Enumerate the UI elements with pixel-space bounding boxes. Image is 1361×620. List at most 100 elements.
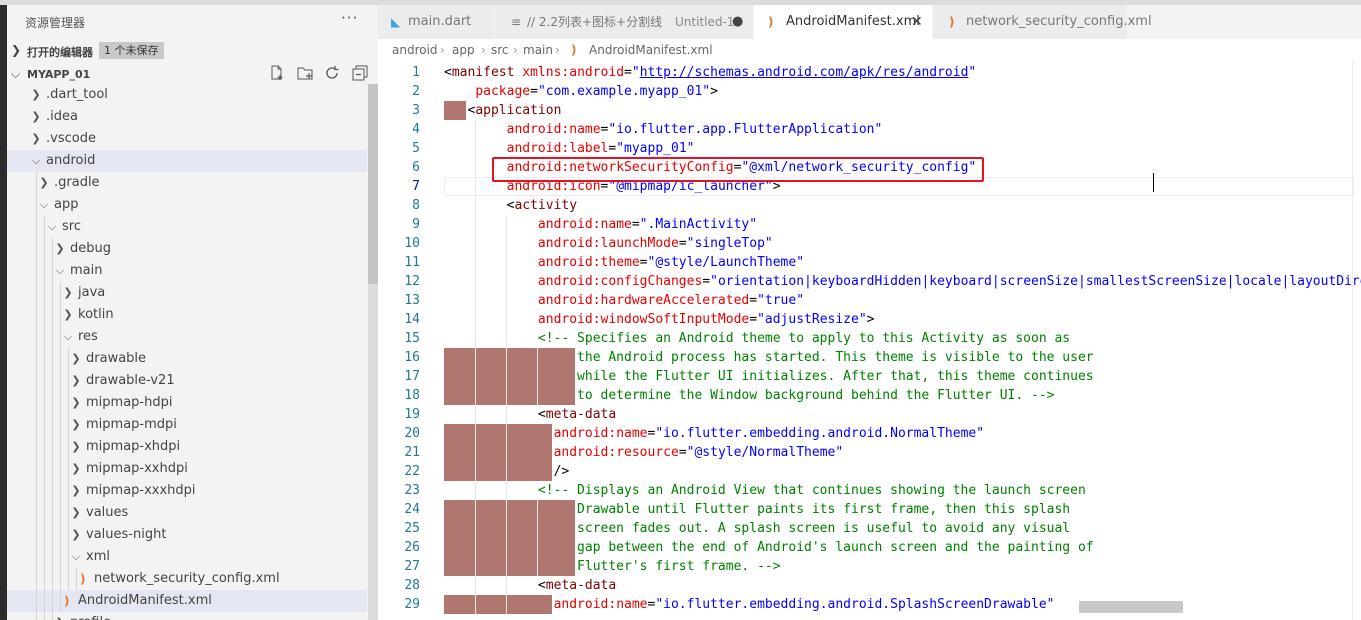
code-line[interactable]: 11 android:theme="@style/LaunchTheme" [378,253,1361,272]
tree-folder-item[interactable]: ❯ .vscode [7,128,367,150]
collapse-all-icon[interactable] [352,65,368,85]
chevron-right-icon: › [440,43,445,57]
refresh-icon[interactable] [325,65,340,85]
unsaved-dot-icon[interactable]: ● [732,5,743,39]
chevron-down-icon: ⌵ [11,67,21,81]
line-number: 24 [404,502,420,517]
line-number: 15 [404,331,420,346]
breadcrumb-item[interactable]: main [523,39,553,61]
line-content: screen fades out. A splash screen is use… [444,521,1071,536]
code-line[interactable]: 25 screen fades out. A splash screen is … [378,519,1361,538]
chevron-right-icon: ❯ [54,612,66,620]
indent-guide [60,480,61,502]
code-line[interactable]: 4 android:name="io.flutter.app.FlutterAp… [378,120,1361,139]
code-line[interactable]: 9 android:name=".MainActivity" [378,215,1361,234]
tree-item-label: profile [70,612,111,620]
tree-folder-item[interactable]: ❯ java [7,282,367,304]
tree-folder-item[interactable]: ⌵ app [7,194,367,216]
tree-folder-item[interactable]: ⌵ main [7,260,367,282]
tree-folder-item[interactable]: ❯ .gradle [7,172,367,194]
code-line[interactable]: 22 /> [378,462,1361,481]
chevron-right-icon: ❯ [31,88,41,101]
tab-main-dart[interactable]: ◣ main.dart [378,5,494,39]
code-line[interactable]: 23 <!-- Displays an Android View that co… [378,481,1361,500]
tab-androidmanifest[interactable]: ) AndroidManifest.xml ✕ [754,5,933,39]
tree-folder-item[interactable]: ❯ kotlin [7,304,367,326]
chevron-down-icon: ⌵ [55,264,65,277]
code-line[interactable]: 5 android:label="myapp_01" [378,139,1361,158]
tab-label: main.dart [408,14,472,29]
more-actions-icon[interactable]: ··· [341,9,358,27]
code-line[interactable]: 1 <manifest xmlns:android="http://schemas… [378,63,1361,82]
code-line[interactable]: 29 android:name="io.flutter.embedding.an… [378,595,1361,614]
code-line[interactable]: 10 android:launchMode="singleTop" [378,234,1361,253]
code-editor[interactable]: 1 <manifest xmlns:android="http://schemas… [378,61,1361,620]
tree-folder-item[interactable]: ❯ mipmap-xxhdpi [7,458,367,480]
tree-folder-item[interactable]: ❯ debug [7,238,367,260]
tab-network-security-config[interactable]: ) network_security_config.xml [933,5,1152,39]
tree-folder-item[interactable]: ❯ profile [7,612,367,620]
breadcrumb-item[interactable]: android [392,39,438,61]
tree-folder-item[interactable]: ❯ mipmap-xxxhdpi [7,480,367,502]
tree-folder-item[interactable]: ❯ .dart_tool [7,84,367,106]
tree-folder-item[interactable]: ⌵ src [7,216,367,238]
tree-folder-item[interactable]: ❯ drawable [7,348,367,370]
tree-item-label: mipmap-xxhdpi [86,461,188,476]
new-file-icon[interactable] [269,65,284,85]
line-content: <!-- Displays an Android View that conti… [537,483,1086,498]
line-number: 11 [404,255,420,270]
code-line[interactable]: 20 android:name="io.flutter.embedding.an… [378,424,1361,443]
indent-guide [60,436,61,458]
close-icon[interactable]: ✕ [911,5,923,39]
code-line[interactable]: 15 <!-- Specifies an Android theme to ap… [378,329,1361,348]
code-line[interactable]: 19 <meta-data [378,405,1361,424]
project-section-header[interactable]: ⌵ MYAPP_01 [7,64,378,86]
open-editors-section[interactable]: ❯ 打开的编辑器 1 个未保存 [7,40,378,62]
sidebar-scrollbar-thumb[interactable] [368,84,378,284]
tree-folder-item[interactable]: ❯ values-night [7,524,367,546]
tree-file-item[interactable]: ) AndroidManifest.xml [7,590,367,612]
code-line[interactable]: 14 android:windowSoftInputMode="adjustRe… [378,310,1361,329]
tree-folder-item[interactable]: ⌵ xml [7,546,367,568]
breadcrumb-item[interactable]: AndroidManifest.xml [589,39,713,61]
tree-folder-item[interactable]: ❯ drawable-v21 [7,370,367,392]
tree-folder-item[interactable]: ⌵ android [7,150,367,172]
code-line[interactable]: 27 Flutter's first frame. --> [378,557,1361,576]
project-name: MYAPP_01 [27,68,91,81]
code-line[interactable]: 2 package="com.example.myapp_01"> [378,82,1361,101]
tree-folder-item[interactable]: ❯ mipmap-mdpi [7,414,367,436]
code-line[interactable]: 3 <application [378,101,1361,120]
indent-guide [60,414,61,436]
tree-folder-item[interactable]: ❯ .idea [7,106,367,128]
code-line[interactable]: 13 android:hardwareAccelerated="true" [378,291,1361,310]
line-number: 4 [412,122,420,137]
indent-guide [36,436,37,458]
tree-folder-item[interactable]: ❯ values [7,502,367,524]
code-line[interactable]: 8 <activity [378,196,1361,215]
code-line[interactable]: 12 android:configChanges="orientation|ke… [378,272,1361,291]
code-line[interactable]: 16 the Android process has started. This… [378,348,1361,367]
code-line[interactable]: 18 to determine the Window background be… [378,386,1361,405]
code-line[interactable]: 28 <meta-data [378,576,1361,595]
chevron-down-icon: ⌵ [47,220,57,233]
breadcrumb-item[interactable]: src [491,39,509,61]
editor-area: ◣ main.dart ≡ // 2.2列表+图标+分割线 Untitled-1… [378,5,1361,620]
code-line[interactable]: 24 Drawable until Flutter paints its fir… [378,500,1361,519]
tree-folder-item[interactable]: ❯ mipmap-xhdpi [7,436,367,458]
tree-folder-item[interactable]: ❯ mipmap-hdpi [7,392,367,414]
code-line[interactable]: 17 while the Flutter UI initializes. Aft… [378,367,1361,386]
code-line[interactable]: 21 android:resource="@style/NormalTheme" [378,443,1361,462]
tree-item-label: mipmap-hdpi [86,395,173,410]
indent-guide [36,304,37,326]
line-content: <!-- Specifies an Android theme to apply… [537,331,1071,346]
new-folder-icon[interactable] [297,65,314,85]
tree-file-item[interactable]: ) network_security_config.xml [7,568,367,590]
tree-folder-item[interactable]: ⌵ res [7,326,367,348]
indent-guide [52,524,53,546]
code-line[interactable]: 26 gap between the end of Android's laun… [378,538,1361,557]
tab-untitled-1[interactable]: ≡ // 2.2列表+图标+分割线 Untitled-1 ● [494,5,754,39]
line-number: 17 [404,369,420,384]
breadcrumb-item[interactable]: app [452,39,475,61]
line-content: android:name=".MainActivity" [537,217,758,232]
indent-guide [52,304,53,326]
